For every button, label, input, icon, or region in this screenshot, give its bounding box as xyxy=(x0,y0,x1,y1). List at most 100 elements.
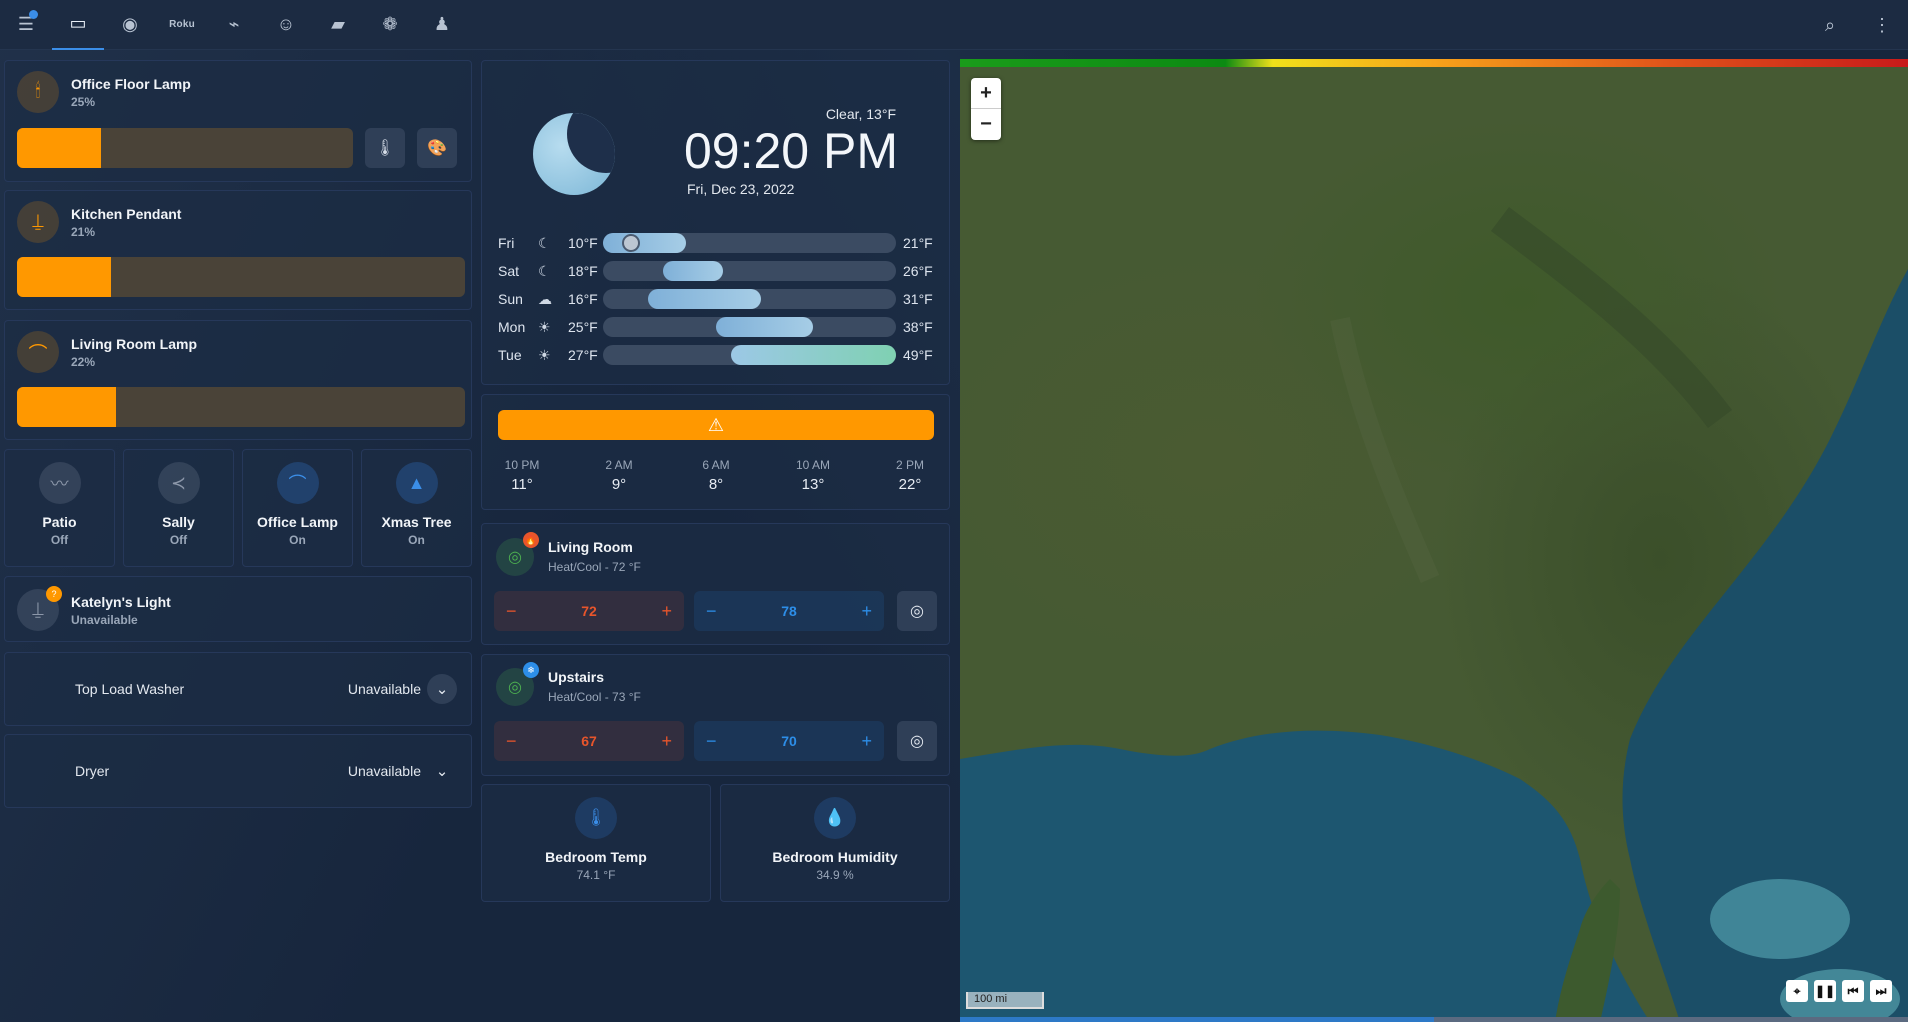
temperature-range-track xyxy=(603,261,896,281)
tile-state: On xyxy=(408,533,425,547)
forecast-high: 38°F xyxy=(903,319,933,335)
forecast-low: 25°F xyxy=(568,319,598,335)
person-icon[interactable]: ♟ xyxy=(416,0,468,50)
cool-setpoint-stepper: − 78 + xyxy=(694,591,884,631)
skip-forward-icon[interactable]: ⏭ xyxy=(1870,980,1892,1002)
menu-icon[interactable]: ☰ xyxy=(0,0,52,50)
fish-icon: ≺ xyxy=(157,462,200,504)
zoom-out-button[interactable]: − xyxy=(971,109,1001,140)
temperature-range-track xyxy=(603,345,896,365)
moon-icon xyxy=(533,113,615,195)
forecast-row: Sat ☾ 18°F 26°F xyxy=(498,260,938,282)
sensor-bedroom-humidity[interactable]: 💧 Bedroom Humidity 34.9 % xyxy=(720,784,950,902)
desk-lamp-icon[interactable]: ⌒ xyxy=(17,331,59,373)
forecast-day: Fri xyxy=(498,235,515,251)
robot-icon[interactable]: ☺ xyxy=(260,0,312,50)
night-icon: ☾ xyxy=(538,235,551,251)
temperature-range-bar xyxy=(663,261,724,281)
sensor-name: Bedroom Temp xyxy=(545,849,647,865)
thermostat-mode-icon[interactable]: ◎ xyxy=(897,591,937,631)
map-scale: 100 mi xyxy=(966,992,1044,1009)
hourly-time: 2 AM xyxy=(605,458,633,472)
dryer-label: Dryer xyxy=(75,763,110,779)
unavailable-badge: ? xyxy=(46,586,62,602)
cloudy-icon: ☁ xyxy=(538,291,552,307)
forecast-day: Tue xyxy=(498,347,522,363)
sunny-icon: ☀ xyxy=(538,347,551,363)
temperature-range-bar xyxy=(648,289,761,309)
increase-icon[interactable]: + xyxy=(661,731,672,752)
tile-name: Patio xyxy=(42,514,77,530)
tile-state: Off xyxy=(169,533,188,547)
dryer-row: Dryer Unavailable ⌄ xyxy=(4,734,472,808)
roku-label: Roku xyxy=(169,19,195,30)
warning-icon[interactable]: ⚠ xyxy=(498,410,934,440)
cool-badge: ❄ xyxy=(523,662,539,678)
map-terrain xyxy=(960,207,1908,1022)
palette-icon[interactable]: 🎨 xyxy=(417,128,457,168)
forecast-row: Sun ☁ 16°F 31°F xyxy=(498,288,938,310)
radar-player-controls: ⌖ ❚❚ ⏮ ⏭ xyxy=(1786,980,1892,1002)
car-icon[interactable]: ▰ xyxy=(312,0,364,50)
hourly-time: 6 AM xyxy=(702,458,730,472)
monitor-icon[interactable]: ▭ xyxy=(52,0,104,50)
thermostat-name: Upstairs xyxy=(548,669,605,685)
temperature-range-track xyxy=(603,233,896,253)
forecast-high: 26°F xyxy=(903,263,933,279)
pause-icon[interactable]: ❚❚ xyxy=(1814,980,1836,1002)
radar-map[interactable]: ⌂ xyxy=(960,59,1908,1022)
forecast-row: Mon ☀ 25°F 38°F xyxy=(498,316,938,338)
forecast-low: 27°F xyxy=(568,347,598,363)
light-level: 21% xyxy=(71,224,96,239)
increase-icon[interactable]: + xyxy=(861,731,872,752)
floor-lamp-icon[interactable]: 🕯 xyxy=(17,71,59,113)
hourly-item: 10 AM 13° xyxy=(783,458,843,493)
sensor-bedroom-temp[interactable]: 🌡 Bedroom Temp 74.1 °F xyxy=(481,784,711,902)
chevron-down-icon[interactable]: ⌄ xyxy=(427,674,457,704)
thermometer-icon[interactable]: 🌡 xyxy=(365,128,405,168)
light-card-katelyns-light: ⍊ Katelyn's Light Unavailable ? xyxy=(4,576,472,642)
skip-back-icon[interactable]: ⏮ xyxy=(1842,980,1864,1002)
hourly-temp: 11° xyxy=(511,476,533,493)
light-state: Unavailable xyxy=(71,612,138,627)
tile-sally[interactable]: ≺ Sally Off xyxy=(123,449,234,567)
temperature-range-bar xyxy=(603,233,686,253)
tile-patio[interactable]: 〰 Patio Off xyxy=(4,449,115,567)
camera-icon[interactable]: ⌁ xyxy=(208,0,260,50)
increase-icon[interactable]: + xyxy=(861,601,872,622)
tile-office-lamp[interactable]: ⌒ Office Lamp On xyxy=(242,449,353,567)
tab-roku[interactable]: Roku xyxy=(156,0,208,50)
tile-xmas-tree[interactable]: ▲ Xmas Tree On xyxy=(361,449,472,567)
brightness-slider[interactable] xyxy=(17,257,465,297)
thermostat-mode-icon[interactable]: ◎ xyxy=(897,721,937,761)
raspberry-icon[interactable]: ❁ xyxy=(364,0,416,50)
increase-icon[interactable]: + xyxy=(661,601,672,622)
more-icon[interactable]: ⋮ xyxy=(1856,0,1908,50)
spotify-icon[interactable]: ◉ xyxy=(104,0,156,50)
cool-setpoint: 70 xyxy=(781,733,797,749)
brightness-slider[interactable] xyxy=(17,128,353,168)
chevron-down-icon[interactable]: ⌄ xyxy=(427,756,457,786)
forecast-high: 21°F xyxy=(903,235,933,251)
pendant-lamp-icon[interactable]: ⍊ xyxy=(17,201,59,243)
brightness-slider[interactable] xyxy=(17,387,465,427)
zoom-in-button[interactable]: + xyxy=(971,78,1001,109)
forecast-high: 49°F xyxy=(903,347,933,363)
decrease-icon[interactable]: − xyxy=(506,731,517,752)
radar-timeline-progress[interactable] xyxy=(960,1017,1908,1022)
cool-setpoint: 78 xyxy=(781,603,797,619)
weather-condition: Clear, 13°F xyxy=(825,106,896,122)
forecast-high: 31°F xyxy=(903,291,933,307)
decrease-icon[interactable]: − xyxy=(706,731,717,752)
tile-state: On xyxy=(289,533,306,547)
thermometer-icon: 🌡 xyxy=(575,797,617,839)
decrease-icon[interactable]: − xyxy=(506,601,517,622)
decrease-icon[interactable]: − xyxy=(706,601,717,622)
heat-setpoint-stepper: − 67 + xyxy=(494,721,684,761)
heat-badge: 🔥 xyxy=(523,532,539,548)
tile-name: Office Lamp xyxy=(257,514,338,530)
recenter-icon[interactable]: ⌖ xyxy=(1786,980,1808,1002)
search-icon[interactable]: ⌕ xyxy=(1804,0,1856,50)
light-card-office-floor-lamp: 🕯 Office Floor Lamp 25% 🌡 🎨 xyxy=(4,60,472,182)
current-temp-marker xyxy=(622,234,640,252)
